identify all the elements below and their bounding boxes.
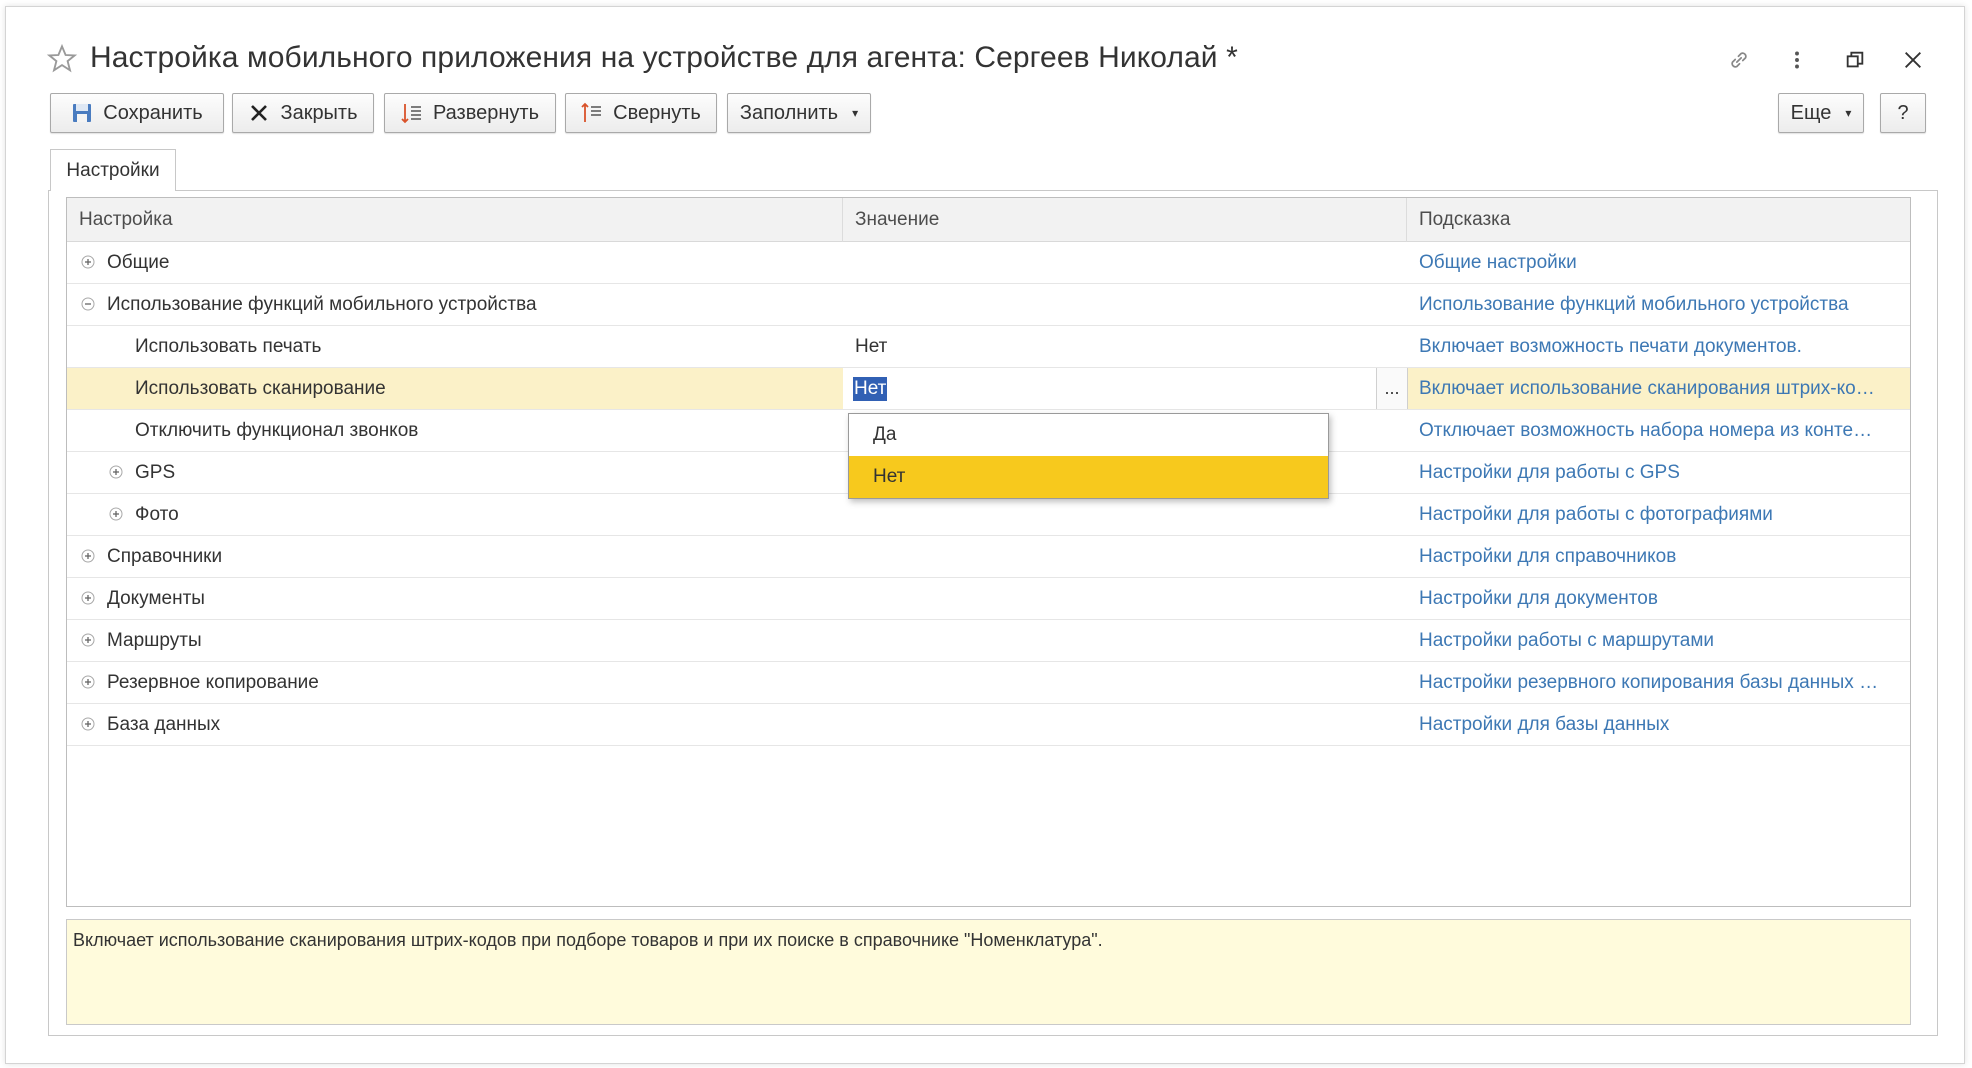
- column-header-hint[interactable]: Подсказка: [1407, 198, 1910, 242]
- table-row[interactable]: Использовать сканирование Нет... Включает …: [67, 368, 1910, 410]
- setting-value[interactable]: [855, 578, 1395, 619]
- setting-value[interactable]: [855, 704, 1395, 745]
- setting-value[interactable]: Нет: [855, 326, 1395, 367]
- setting-hint-link[interactable]: Настройки для работы с фотографиями: [1419, 494, 1903, 535]
- save-button[interactable]: Сохранить: [50, 93, 224, 133]
- setting-name: Общие: [107, 252, 170, 273]
- setting-hint-link[interactable]: Включает использование сканирования штри…: [1419, 368, 1903, 409]
- setting-name: База данных: [107, 714, 221, 735]
- expand-plus-icon[interactable]: [81, 633, 95, 647]
- restore-window-icon[interactable]: [1840, 45, 1870, 75]
- choice-button[interactable]: ...: [1376, 368, 1407, 409]
- choice-option-yes[interactable]: Да: [849, 414, 1328, 456]
- setting-name: Использовать сканирование: [135, 378, 386, 399]
- expand-tree-icon: [401, 102, 423, 124]
- table-row[interactable]: Использование функций мобильного устройс…: [67, 284, 1910, 326]
- column-header-setting[interactable]: Настройка: [67, 198, 843, 242]
- close-x-icon: [248, 102, 270, 124]
- favorite-star-icon[interactable]: [46, 43, 78, 75]
- setting-name: Резервное копирование: [107, 672, 319, 693]
- setting-hint-link[interactable]: Настройки работы с маршрутами: [1419, 620, 1903, 661]
- setting-hint-link[interactable]: Использование функций мобильного устройс…: [1419, 284, 1903, 325]
- fill-dropdown-button[interactable]: Заполнить ▾: [727, 93, 871, 133]
- close-window-icon[interactable]: [1898, 45, 1928, 75]
- setting-hint-link[interactable]: Отключает возможность набора номера из к…: [1419, 410, 1903, 451]
- link-icon[interactable]: [1724, 45, 1754, 75]
- collapse-tree-icon: [581, 102, 603, 124]
- setting-hint-link[interactable]: Настройки для работы с GPS: [1419, 452, 1903, 493]
- setting-name: Справочники: [107, 546, 223, 567]
- expand-plus-icon[interactable]: [81, 717, 95, 731]
- chevron-down-icon: ▾: [852, 106, 859, 120]
- expand-plus-icon[interactable]: [81, 675, 95, 689]
- window-title: Настройка мобильного приложения на устро…: [90, 41, 1238, 74]
- settings-window: Настройка мобильного приложения на устро…: [5, 6, 1965, 1064]
- more-actions-label: Еще: [1790, 101, 1832, 124]
- tab-settings[interactable]: Настройки: [50, 149, 176, 191]
- collapse-all-label: Свернуть: [613, 101, 701, 124]
- choice-option-no[interactable]: Нет: [849, 456, 1328, 498]
- table-row[interactable]: Маршруты Настройки работы с маршрутами: [67, 620, 1910, 662]
- more-actions-button[interactable]: Еще ▾: [1778, 93, 1864, 133]
- title-bar: Настройка мобильного приложения на устро…: [6, 7, 1964, 79]
- more-vertical-icon[interactable]: [1782, 45, 1812, 75]
- expand-plus-icon[interactable]: [81, 591, 95, 605]
- command-bar: Сохранить Закрыть Развернуть Свернуть За…: [44, 93, 1934, 135]
- table-row[interactable]: Справочники Настройки для справочников: [67, 536, 1910, 578]
- setting-value[interactable]: [855, 662, 1395, 703]
- table-row[interactable]: Резервное копирование Настройки резервног…: [67, 662, 1910, 704]
- close-button[interactable]: Закрыть: [232, 93, 374, 133]
- value-choice-list: Да Нет: [848, 413, 1329, 499]
- collapse-minus-icon[interactable]: [81, 297, 95, 311]
- collapse-all-button[interactable]: Свернуть: [565, 93, 717, 133]
- setting-hint-link[interactable]: Включает возможность печати документов.: [1419, 326, 1903, 367]
- setting-value[interactable]: [855, 284, 1395, 325]
- settings-tree-table[interactable]: Настройка Значение Подсказка Общие Общие …: [66, 197, 1911, 907]
- chevron-down-icon: ▾: [1845, 106, 1852, 120]
- setting-value[interactable]: [855, 494, 1395, 535]
- hint-description-box: Включает использование сканирования штри…: [66, 919, 1911, 1025]
- setting-name: Маршруты: [107, 630, 202, 651]
- expand-plus-icon[interactable]: [109, 465, 123, 479]
- table-row[interactable]: Общие Общие настройки: [67, 242, 1910, 284]
- help-button-label: ?: [1897, 101, 1909, 124]
- setting-name: Документы: [107, 588, 205, 609]
- close-button-label: Закрыть: [280, 101, 358, 124]
- setting-hint-link[interactable]: Настройки для справочников: [1419, 536, 1903, 577]
- value-edit-field[interactable]: Нет...: [843, 368, 1408, 409]
- expand-plus-icon[interactable]: [109, 507, 123, 521]
- setting-value[interactable]: [855, 242, 1395, 283]
- expand-all-label: Развернуть: [432, 101, 539, 124]
- expand-plus-icon[interactable]: [81, 549, 95, 563]
- help-button[interactable]: ?: [1880, 93, 1926, 133]
- setting-hint-link[interactable]: Общие настройки: [1419, 242, 1903, 283]
- table-row[interactable]: Использовать печать Нет Включает возможнос…: [67, 326, 1910, 368]
- setting-value[interactable]: [855, 536, 1395, 577]
- setting-name: Использовать печать: [135, 336, 322, 357]
- expand-plus-icon[interactable]: [81, 255, 95, 269]
- expand-all-button[interactable]: Развернуть: [384, 93, 556, 133]
- table-row[interactable]: База данных Настройки для базы данных: [67, 704, 1910, 746]
- setting-hint-link[interactable]: Настройки для базы данных: [1419, 704, 1903, 745]
- setting-hint-link[interactable]: Настройки для документов: [1419, 578, 1903, 619]
- setting-value[interactable]: [855, 620, 1395, 661]
- value-edit-text[interactable]: Нет: [853, 377, 888, 401]
- column-header-value[interactable]: Значение: [843, 198, 1407, 242]
- setting-name: Фото: [135, 504, 179, 525]
- floppy-disk-icon: [71, 102, 93, 124]
- table-row[interactable]: Фото Настройки для работы с фотографиями: [67, 494, 1910, 536]
- setting-name: Использование функций мобильного устройс…: [107, 294, 537, 315]
- setting-hint-link[interactable]: Настройки резервного копирования базы да…: [1419, 662, 1903, 703]
- setting-name: GPS: [135, 462, 176, 483]
- fill-button-label: Заполнить: [739, 101, 839, 124]
- save-button-label: Сохранить: [103, 101, 203, 124]
- setting-name: Отключить функционал звонков: [135, 420, 419, 441]
- table-header: Настройка Значение Подсказка: [67, 198, 1910, 242]
- table-row[interactable]: Документы Настройки для документов: [67, 578, 1910, 620]
